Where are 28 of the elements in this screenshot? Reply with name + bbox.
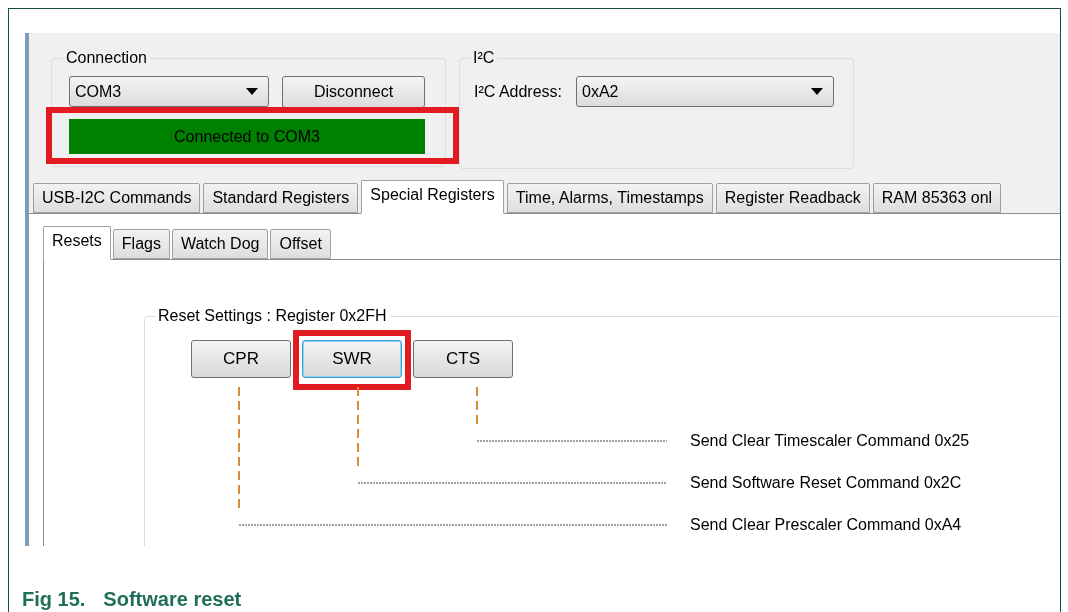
reset-command-button[interactable]: CTS [413, 340, 513, 378]
address-label: I²C Address: [474, 81, 563, 102]
tab[interactable]: Register Readback [715, 183, 870, 213]
command-description: Send Clear Timescaler Command 0x25 [690, 431, 971, 451]
group-title: Connection [65, 48, 148, 68]
reset-command-button[interactable]: CPR [191, 340, 291, 378]
subtab[interactable]: Offset [270, 229, 331, 259]
subtab[interactable]: Flags [112, 229, 170, 259]
tab[interactable]: RAM 85363 onl [872, 183, 1002, 213]
tab[interactable]: Standard Registers [203, 183, 359, 213]
command-description: Send Clear Prescaler Command 0xA4 [690, 515, 963, 535]
group-title: Reset Settings : Register 0x2FH [157, 306, 388, 326]
port-dropdown[interactable]: COM3 [69, 76, 269, 107]
reset-command-button[interactable]: SWR [302, 340, 402, 378]
dropdown-caret-icon [246, 88, 258, 95]
command-description: Send Software Reset Command 0x2C [690, 473, 963, 493]
dropdown-caret-icon [811, 88, 824, 95]
tab[interactable]: Time, Alarms, Timestamps [506, 183, 713, 213]
figure-number: Fig 15. [22, 587, 86, 612]
tab[interactable]: USB-I2C Commands [33, 183, 201, 213]
tab[interactable]: Special Registers [361, 180, 504, 214]
subtab[interactable]: Watch Dog [171, 229, 269, 259]
group-title: I²C [472, 48, 496, 68]
figure-caption: Software reset [103, 587, 242, 612]
connection-status: Connected to COM3 [69, 119, 425, 154]
subtab[interactable]: Resets [43, 226, 111, 260]
disconnect-button[interactable]: Disconnect [282, 76, 425, 108]
address-dropdown[interactable]: 0xA2 [576, 76, 835, 107]
